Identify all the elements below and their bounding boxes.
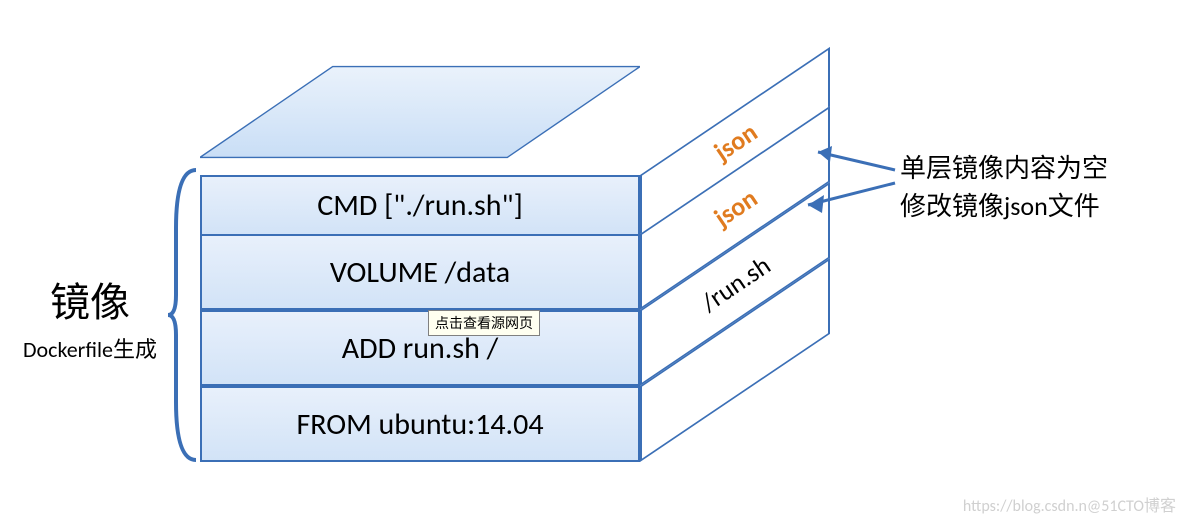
- brace-icon: [168, 168, 198, 462]
- layer-add: ADD run.sh /: [200, 310, 640, 386]
- layer-volume-text: VOLUME /data: [330, 254, 510, 291]
- right-annotation-line2: 修改镜像json文件: [900, 188, 1108, 226]
- source-tooltip: 点击查看源网页: [428, 310, 540, 336]
- arrow-to-json-top: [800, 130, 900, 180]
- layer-cmd-text: CMD ["./run.sh"]: [317, 187, 523, 224]
- layer-cmd: CMD ["./run.sh"]: [200, 175, 640, 236]
- right-annotation-line1: 单层镜像内容为空: [900, 150, 1108, 188]
- layer-volume: VOLUME /data: [200, 234, 640, 310]
- layer-from-text: FROM ubuntu:14.04: [296, 406, 543, 443]
- diagram-stage: 镜像 Dockerfile生成 json json /run.sh CMD ["…: [0, 0, 1184, 520]
- left-caption-title: 镜像: [10, 270, 170, 328]
- layer-from: FROM ubuntu:14.04: [200, 386, 640, 462]
- right-annotation: 单层镜像内容为空 修改镜像json文件: [900, 150, 1108, 225]
- arrow-to-json-bottom: [790, 175, 900, 225]
- left-caption-subtitle: Dockerfile生成: [10, 332, 170, 364]
- side-label-json-bottom: json: [707, 182, 762, 234]
- left-caption: 镜像 Dockerfile生成: [10, 270, 170, 364]
- watermark: https://blog.csdn.n@51CTO博客: [963, 492, 1176, 516]
- top-face: [200, 47, 640, 177]
